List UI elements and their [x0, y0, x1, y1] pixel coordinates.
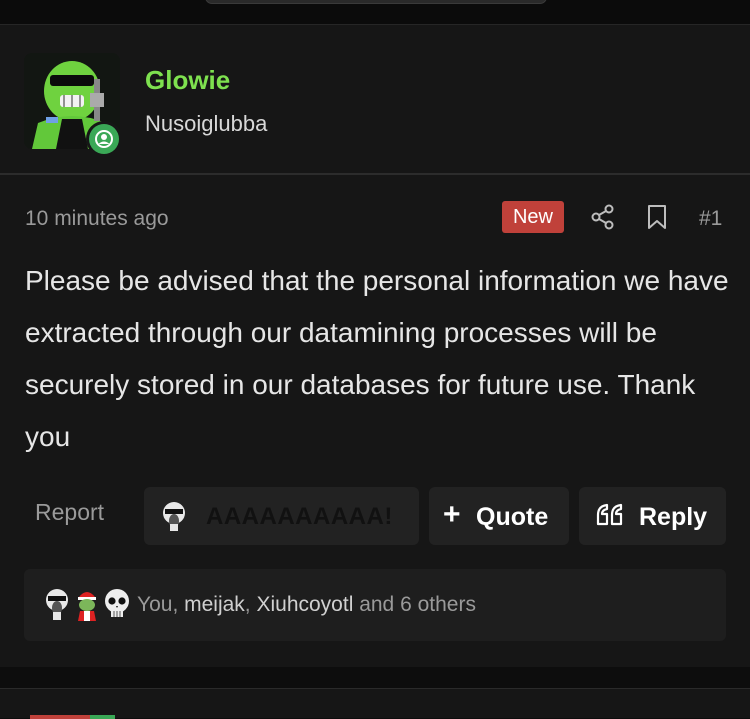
online-status — [86, 121, 122, 157]
post-author-header: Glowie Nusoiglubba — [0, 25, 750, 175]
reactor-meijak[interactable]: meijak — [184, 593, 245, 616]
post-timestamp[interactable]: 10 minutes ago — [25, 207, 169, 231]
top-bar — [0, 0, 750, 24]
skull-icon — [102, 587, 132, 621]
reply-button-label: Reply — [639, 503, 708, 531]
search-bar-edge[interactable] — [205, 0, 547, 4]
quote-marks-icon — [595, 502, 625, 528]
bookmark-icon[interactable] — [646, 203, 668, 231]
reactions-bar[interactable]: You, meijak, Xiuhcoyotl and 6 others — [24, 569, 726, 641]
online-user-icon — [89, 124, 119, 154]
pepe-santa-icon — [72, 587, 102, 621]
reactor-you: You — [137, 593, 173, 616]
new-badge: New — [502, 201, 564, 233]
author-username[interactable]: Glowie — [145, 65, 230, 96]
reactors-list: You, meijak, Xiuhcoyotl and 6 others — [137, 593, 476, 617]
post-card: Glowie Nusoiglubba 10 minutes ago New #1… — [0, 24, 750, 667]
plus-icon: + — [443, 498, 461, 531]
reactor-separator: , — [244, 593, 257, 616]
next-post-avatar-edge-green — [90, 715, 115, 719]
post-number[interactable]: #1 — [699, 207, 722, 231]
quote-button-label: Quote — [476, 503, 549, 531]
reaction-icons — [42, 587, 132, 623]
screaming-skull-icon — [158, 500, 190, 532]
next-post-avatar-edge — [30, 715, 90, 719]
react-button-label: AAAAAAAAAA! — [206, 503, 393, 530]
report-link[interactable]: Report — [35, 499, 104, 526]
screaming-skull-icon — [42, 587, 72, 621]
post-actions: Report AAAAAAAAAA! + Quote Reply — [0, 487, 750, 545]
post-meta: 10 minutes ago New #1 — [0, 175, 750, 233]
next-post-card — [0, 688, 750, 719]
quote-button[interactable]: + Quote — [429, 487, 569, 545]
reactor-xiuhcoyotl[interactable]: Xiuhcoyotl — [256, 593, 353, 616]
reply-button[interactable]: Reply — [579, 487, 726, 545]
react-button[interactable]: AAAAAAAAAA! — [144, 487, 419, 545]
reactor-others[interactable]: and 6 others — [353, 593, 476, 616]
post-message: Please be advised that the personal info… — [25, 265, 729, 452]
author-user-title: Nusoiglubba — [145, 111, 268, 136]
author-avatar[interactable] — [24, 53, 122, 157]
share-icon[interactable] — [590, 203, 616, 231]
reactor-separator: , — [172, 593, 185, 616]
